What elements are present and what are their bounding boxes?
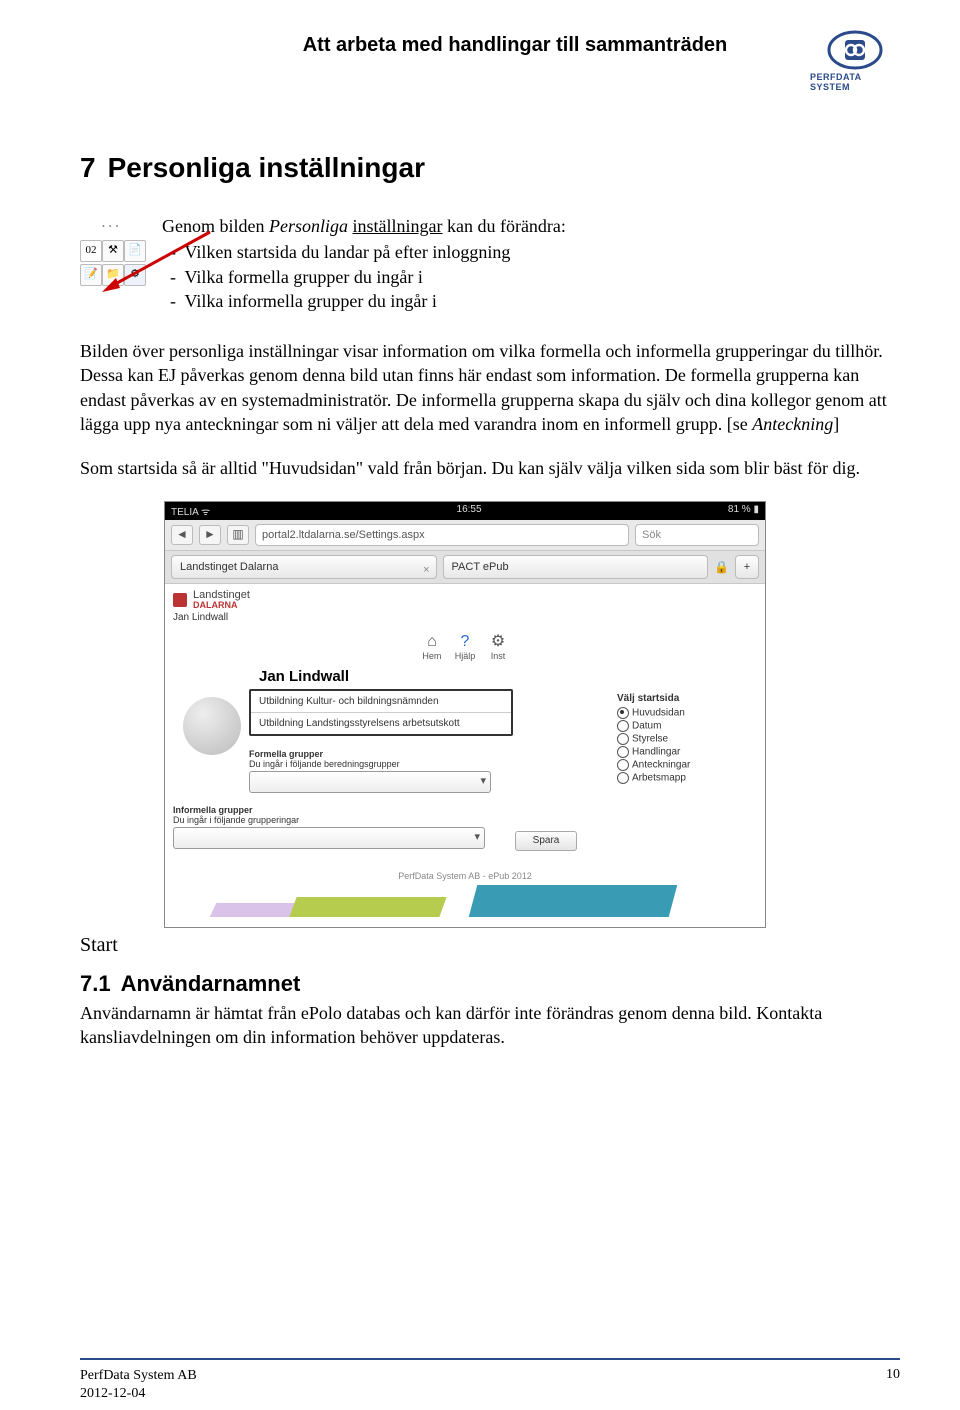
header-title: Att arbeta med handlingar till sammanträ… xyxy=(220,34,810,57)
informella-dropdown[interactable]: ▾ xyxy=(173,827,485,849)
dropdown-popup: Utbildning Kultur- och bildningsnämnden … xyxy=(249,689,513,736)
browser-toolbar: ◄ ► ▥ portal2.ltdalarna.se/Settings.aspx… xyxy=(165,520,765,551)
radio-datum[interactable]: Datum xyxy=(617,720,757,732)
subsection-heading: 7.1 Användarnamnet xyxy=(80,971,900,997)
close-icon[interactable]: × xyxy=(423,559,429,581)
bookmarks-button[interactable]: ▥ xyxy=(227,525,249,545)
page-header: Att arbeta med handlingar till sammanträ… xyxy=(80,30,900,92)
footer-page-number: 10 xyxy=(886,1367,900,1383)
page-footer: PerfData System AB 2012-12-04 10 xyxy=(80,1367,900,1402)
top-nav-icons: ⌂Hem ?Hjälp ⚙Inst xyxy=(173,631,757,662)
brand-block: Landstinget DALARNA xyxy=(173,590,757,610)
body-paragraph-1: Bilden över personliga inställningar vis… xyxy=(80,339,900,436)
nav-inst[interactable]: ⚙Inst xyxy=(483,631,513,661)
logged-user: Jan Lindwall xyxy=(173,612,757,623)
logo-icon xyxy=(827,30,883,70)
subsection-title: Användarnamnet xyxy=(121,971,301,996)
footer-date: 2012-12-04 xyxy=(80,1385,197,1403)
embedded-screenshot: TELIA ᯤ 16:55 81 % ▮ ◄ ► ▥ portal2.ltdal… xyxy=(164,501,766,928)
back-button[interactable]: ◄ xyxy=(171,525,193,545)
radio-styrelse[interactable]: Styrelse xyxy=(617,733,757,745)
footer-rule xyxy=(80,1358,900,1360)
intro-bullet: Vilken startsida du landar på efter inlo… xyxy=(186,240,566,264)
tab-bar: Landstinget Dalarna× PACT ePub 🔒 + xyxy=(165,551,765,584)
intro-block: • • • 02 ⚒ 📄 📝 📁 ⚙ Genom bilden Personli… xyxy=(80,214,900,313)
search-field[interactable]: Sök xyxy=(635,524,759,546)
avatar xyxy=(183,697,241,755)
document-icon: 📄 xyxy=(124,240,146,262)
chevron-down-icon: ▾ xyxy=(480,774,486,787)
section-number: 7 xyxy=(80,152,96,183)
company-logo: PERFDATA SYSTEM xyxy=(810,30,900,92)
radio-huvudsidan[interactable]: Huvudsidan xyxy=(617,707,757,719)
brand-line2: DALARNA xyxy=(193,601,250,610)
intro-lead-italic: Personliga xyxy=(269,216,353,236)
footer-credit: PerfData System AB - ePub 2012 xyxy=(398,871,532,881)
lock-icon: 🔒 xyxy=(714,560,729,574)
body-paragraph-3: Användarnamn är hämtat från ePolo databa… xyxy=(80,1001,900,1050)
startsida-label: Välj startsida xyxy=(617,693,757,704)
brand-footer-graphic: PerfData System AB - ePub 2012 xyxy=(173,881,757,917)
chevron-down-icon: ▾ xyxy=(474,830,480,843)
new-tab-button[interactable]: + xyxy=(735,555,759,579)
formella-dropdown[interactable]: ▾ xyxy=(249,771,491,793)
intro-bullet: Vilka informella grupper du ingår i xyxy=(186,289,566,313)
status-carrier: TELIA ᯤ xyxy=(171,504,210,518)
help-icon: ? xyxy=(450,633,480,651)
note-icon: 📝 xyxy=(80,264,102,286)
informella-sub: Du ingår i följande grupperingar xyxy=(173,815,757,825)
page-content: Landstinget DALARNA Jan Lindwall ⌂Hem ?H… xyxy=(165,584,765,927)
informella-label: Informella grupper xyxy=(173,805,757,815)
profile-name: Jan Lindwall xyxy=(259,668,757,685)
dropdown-option[interactable]: Utbildning Kultur- och bildningsnämnden xyxy=(251,691,511,713)
footer-company: PerfData System AB xyxy=(80,1367,197,1385)
startsida-radios: Huvudsidan Datum Styrelse Handlingar Ant… xyxy=(617,707,757,784)
intro-lead-prefix: Genom bilden xyxy=(162,216,269,236)
formella-label: Formella grupper xyxy=(249,749,609,759)
intro-bullet-list: Vilken startsida du landar på efter inlo… xyxy=(162,240,566,313)
status-bar: TELIA ᯤ 16:55 81 % ▮ xyxy=(165,502,765,520)
formella-sub: Du ingår i följande beredningsgrupper xyxy=(249,759,609,769)
intro-lead-underline: inställningar xyxy=(352,216,442,236)
body-paragraph-2: Som startsida så är alltid "Huvudsidan" … xyxy=(80,456,900,480)
status-battery: 81 % ▮ xyxy=(728,504,759,518)
intro-text: Genom bilden Personliga inställningar ka… xyxy=(162,214,566,313)
status-time: 16:55 xyxy=(457,504,482,518)
save-button[interactable]: Spara xyxy=(515,831,577,851)
tab-pact[interactable]: PACT ePub xyxy=(443,555,709,579)
url-field[interactable]: portal2.ltdalarna.se/Settings.aspx xyxy=(255,524,629,546)
start-label: Start xyxy=(80,934,900,957)
intro-bullet: Vilka formella grupper du ingår i xyxy=(186,265,566,289)
section-heading: 7 Personliga inställningar xyxy=(80,152,900,184)
folder-icon: 📁 xyxy=(102,264,124,286)
radio-anteckningar[interactable]: Anteckningar xyxy=(617,759,757,771)
section-title: Personliga inställningar xyxy=(108,152,425,183)
logo-text: PERFDATA SYSTEM xyxy=(810,72,900,92)
intro-lead-suffix: kan du förändra: xyxy=(442,216,565,236)
forward-button[interactable]: ► xyxy=(199,525,221,545)
calendar-icon: 02 xyxy=(80,240,102,262)
gavel-icon: ⚒ xyxy=(102,240,124,262)
subsection-number: 7.1 xyxy=(80,971,111,996)
gear-icon: ⚙ xyxy=(483,631,513,651)
radio-handlingar[interactable]: Handlingar xyxy=(617,746,757,758)
nav-hjalp[interactable]: ?Hjälp xyxy=(450,633,480,661)
settings-icon-cluster: • • • 02 ⚒ 📄 📝 📁 ⚙ xyxy=(80,222,144,286)
dropdown-option[interactable]: Utbildning Landstingsstyrelsens arbetsut… xyxy=(251,713,511,734)
brand-mark-icon xyxy=(173,593,187,607)
settings-icon: ⚙ xyxy=(124,264,146,286)
home-icon: ⌂ xyxy=(417,633,447,651)
radio-arbetsmapp[interactable]: Arbetsmapp xyxy=(617,772,757,784)
nav-hem[interactable]: ⌂Hem xyxy=(417,633,447,661)
tab-landstinget[interactable]: Landstinget Dalarna× xyxy=(171,555,437,579)
